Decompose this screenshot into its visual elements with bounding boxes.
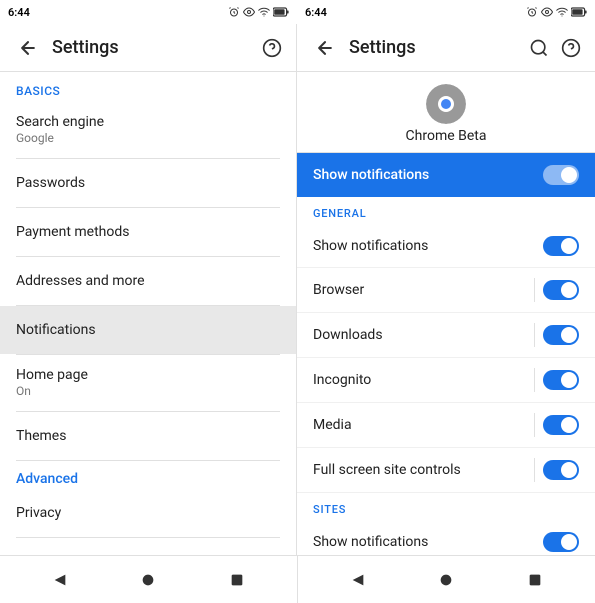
right-nav-back-icon xyxy=(350,572,366,588)
media-toggle[interactable] xyxy=(543,415,579,435)
left-panel-title: Settings xyxy=(52,37,260,58)
eye-icon xyxy=(243,6,255,18)
left-settings-list: Basics Search engine Google Passwords Pa… xyxy=(0,72,296,555)
downloads-label: Downloads xyxy=(313,327,534,343)
search-engine-title: Search engine xyxy=(16,114,280,130)
app-icon xyxy=(426,84,466,124)
sidebar-item-addresses[interactable]: Addresses and more xyxy=(0,257,296,305)
right-panel-title: Settings xyxy=(349,37,527,58)
sites-show-notifications-label: Show notifications xyxy=(313,534,543,550)
sites-section-label: SITES xyxy=(297,493,595,520)
wifi-icon xyxy=(258,6,270,18)
media-label: Media xyxy=(313,417,534,433)
general-show-notifications-label: Show notifications xyxy=(313,238,543,254)
left-status-bar: 6:44 xyxy=(0,0,297,24)
help-icon xyxy=(262,38,282,58)
right-back-button[interactable] xyxy=(309,32,341,64)
notifications-title: Notifications xyxy=(16,322,280,338)
right-nav-panel xyxy=(298,556,595,603)
left-recents-nav-button[interactable] xyxy=(221,564,253,596)
left-home-nav-button[interactable] xyxy=(132,564,164,596)
themes-title: Themes xyxy=(16,428,280,444)
sidebar-item-home-page[interactable]: Home page On xyxy=(0,355,296,411)
sidebar-item-accessibility[interactable]: Accessibility xyxy=(0,538,296,555)
show-notifications-toggle-row[interactable]: Show notifications xyxy=(297,153,595,197)
incognito-label: Incognito xyxy=(313,372,534,388)
downloads-toggle[interactable] xyxy=(543,325,579,345)
right-nav-home-icon xyxy=(438,572,454,588)
right-status-icons xyxy=(526,6,587,18)
battery-icon xyxy=(273,7,289,17)
app-name-label: Chrome Beta xyxy=(406,128,487,144)
full-screen-toggle[interactable] xyxy=(543,460,579,480)
full-screen-label: Full screen site controls xyxy=(313,462,534,478)
search-button[interactable] xyxy=(527,36,551,60)
sidebar-item-search-engine[interactable]: Search engine Google xyxy=(0,102,296,158)
media-row[interactable]: Media xyxy=(297,403,595,448)
advanced-section-label: Advanced xyxy=(0,461,296,489)
left-back-nav-button[interactable] xyxy=(44,564,76,596)
browser-label: Browser xyxy=(313,282,534,298)
addresses-title: Addresses and more xyxy=(16,273,280,289)
back-arrow-icon xyxy=(18,38,38,58)
alarm-icon xyxy=(228,6,240,18)
sidebar-item-themes[interactable]: Themes xyxy=(0,412,296,460)
right-time: 6:44 xyxy=(305,6,327,19)
sites-show-notifications-toggle[interactable] xyxy=(543,532,579,552)
left-nav-home-icon xyxy=(140,572,156,588)
left-status-icons xyxy=(228,6,289,18)
passwords-title: Passwords xyxy=(16,175,280,191)
app-header: Chrome Beta xyxy=(297,72,595,153)
help-button[interactable] xyxy=(260,36,284,60)
general-show-notifications-toggle[interactable] xyxy=(543,236,579,256)
sites-show-notifications-row[interactable]: Show notifications xyxy=(297,520,595,555)
general-section-label: GENERAL xyxy=(297,197,595,224)
basics-section-label: Basics xyxy=(0,72,296,102)
right-content: Chrome Beta Show notifications GENERAL S… xyxy=(297,72,595,555)
right-help-button[interactable] xyxy=(559,36,583,60)
show-notifications-highlight-label: Show notifications xyxy=(313,167,543,183)
chrome-beta-icon xyxy=(426,84,466,124)
right-recents-nav-button[interactable] xyxy=(519,564,551,596)
incognito-row[interactable]: Incognito xyxy=(297,358,595,403)
right-status-bar: 6:44 xyxy=(297,0,595,24)
sidebar-item-payment-methods[interactable]: Payment methods xyxy=(0,208,296,256)
general-show-notifications-row[interactable]: Show notifications xyxy=(297,224,595,268)
left-back-button[interactable] xyxy=(12,32,44,64)
home-page-title: Home page xyxy=(16,367,280,383)
alarm-icon-right xyxy=(526,6,538,18)
right-nav-recents-icon xyxy=(527,572,543,588)
browser-toggle[interactable] xyxy=(543,280,579,300)
show-notifications-main-toggle[interactable] xyxy=(543,165,579,185)
incognito-toggle[interactable] xyxy=(543,370,579,390)
left-nav-back-icon xyxy=(52,572,68,588)
home-page-subtitle: On xyxy=(16,384,280,398)
right-header: Settings xyxy=(297,24,595,72)
search-icon xyxy=(529,38,549,58)
privacy-title: Privacy xyxy=(16,505,280,521)
search-engine-subtitle: Google xyxy=(16,131,280,145)
sidebar-item-passwords[interactable]: Passwords xyxy=(0,159,296,207)
navigation-bar xyxy=(0,555,595,603)
battery-icon-right xyxy=(571,7,587,17)
wifi-icon-right xyxy=(556,6,568,18)
browser-row[interactable]: Browser xyxy=(297,268,595,313)
sidebar-item-privacy[interactable]: Privacy xyxy=(0,489,296,537)
right-back-nav-button[interactable] xyxy=(342,564,374,596)
right-help-icon xyxy=(561,38,581,58)
sidebar-item-notifications[interactable]: Notifications xyxy=(0,306,296,354)
payment-methods-title: Payment methods xyxy=(16,224,280,240)
right-home-nav-button[interactable] xyxy=(430,564,462,596)
full-screen-row[interactable]: Full screen site controls xyxy=(297,448,595,493)
downloads-row[interactable]: Downloads xyxy=(297,313,595,358)
left-nav-panel xyxy=(0,556,297,603)
right-back-arrow-icon xyxy=(315,38,335,58)
left-time: 6:44 xyxy=(8,6,30,19)
left-header: Settings xyxy=(0,24,296,72)
eye-icon-right xyxy=(541,6,553,18)
left-nav-recents-icon xyxy=(229,572,245,588)
